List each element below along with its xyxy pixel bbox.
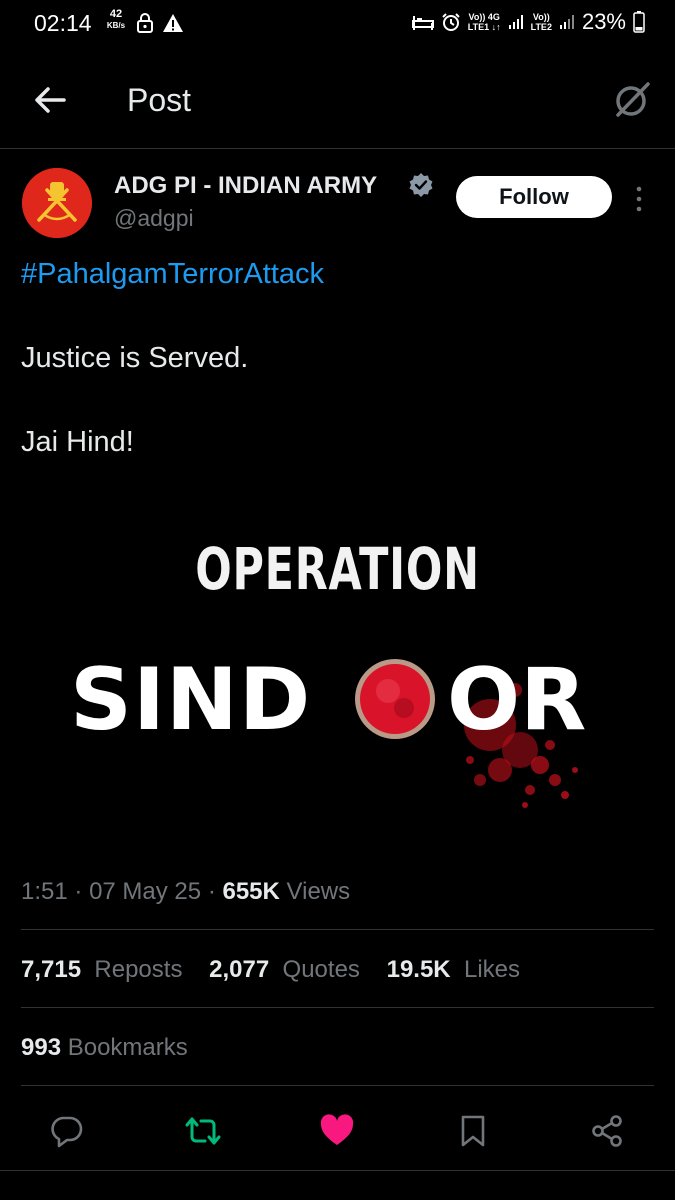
divider [0, 1170, 675, 1171]
signal2-icon [559, 15, 574, 29]
battery-icon [633, 11, 645, 33]
status-bar: 02:14 42 KB/s Vo)) 4G LTE1 ↓↑ Vo)) LTE2 … [0, 0, 675, 48]
repost-icon[interactable] [185, 1113, 221, 1149]
share-icon[interactable] [589, 1113, 625, 1149]
image-word-or: OR [447, 650, 587, 750]
signal1-icon [508, 15, 523, 29]
back-arrow-icon[interactable] [30, 82, 70, 118]
sim1-label: Vo)) 4G LTE1 ↓↑ [467, 12, 501, 32]
verified-badge-icon [409, 173, 433, 197]
network-speed: 42 KB/s [106, 8, 126, 31]
follow-button[interactable]: Follow [456, 176, 612, 218]
reply-icon[interactable] [49, 1113, 85, 1149]
likes-stat[interactable]: 19.5K Likes [387, 956, 520, 983]
status-time: 02:14 [34, 10, 92, 36]
views-count: 655K [222, 878, 280, 905]
sim2-label: Vo)) LTE2 [530, 12, 552, 32]
warning-icon [163, 14, 183, 32]
battery-percent: 23% [581, 9, 626, 34]
post-time: 1:51 [21, 878, 68, 905]
image-word-operation: OPERATION [195, 535, 480, 603]
divider [21, 1085, 654, 1086]
lock-icon [137, 13, 153, 33]
alarm-icon [442, 13, 460, 31]
post-meta: 1:51 · 07 May 25 · 655K Views [21, 878, 351, 905]
hashtag-link[interactable]: #PahalgamTerrorAttack [21, 258, 324, 291]
army-emblem-icon [22, 168, 92, 238]
quotes-stat[interactable]: 2,077 Quotes [209, 956, 360, 983]
author-avatar[interactable] [22, 168, 92, 238]
reposts-stat[interactable]: 7,715 Reposts [21, 956, 182, 983]
bookmarks-stat[interactable]: 993 Bookmarks [21, 1034, 188, 1062]
post-image[interactable]: OPERATION SIND OR [0, 490, 675, 850]
app-bar: Post [0, 52, 675, 149]
engagement-stats: 7,715 Reposts 2,077 Quotes 19.5K Likes [21, 956, 520, 984]
sindoor-bowl [355, 659, 435, 739]
divider [21, 1007, 654, 1008]
sleep-mode-icon [411, 16, 434, 30]
page-title: Post [127, 82, 192, 118]
divider [21, 929, 654, 930]
post-date: 07 May 25 [89, 878, 202, 905]
post-text-line-2: Jai Hind! [21, 426, 134, 458]
grok-icon[interactable] [610, 78, 654, 122]
author-handle[interactable]: @adgpi [114, 205, 194, 232]
bookmark-icon[interactable] [455, 1113, 491, 1149]
author-name[interactable]: ADG PI - INDIAN ARMY [114, 172, 377, 200]
post-text-line-1: Justice is Served. [21, 342, 249, 374]
like-heart-icon[interactable] [319, 1113, 355, 1149]
image-word-sind: SIND [70, 650, 312, 750]
action-bar [0, 1105, 675, 1155]
more-options-icon[interactable] [628, 184, 650, 214]
views-label: Views [286, 878, 351, 905]
status-right-icons: Vo)) 4G LTE1 ↓↑ Vo)) LTE2 23% [411, 9, 645, 35]
